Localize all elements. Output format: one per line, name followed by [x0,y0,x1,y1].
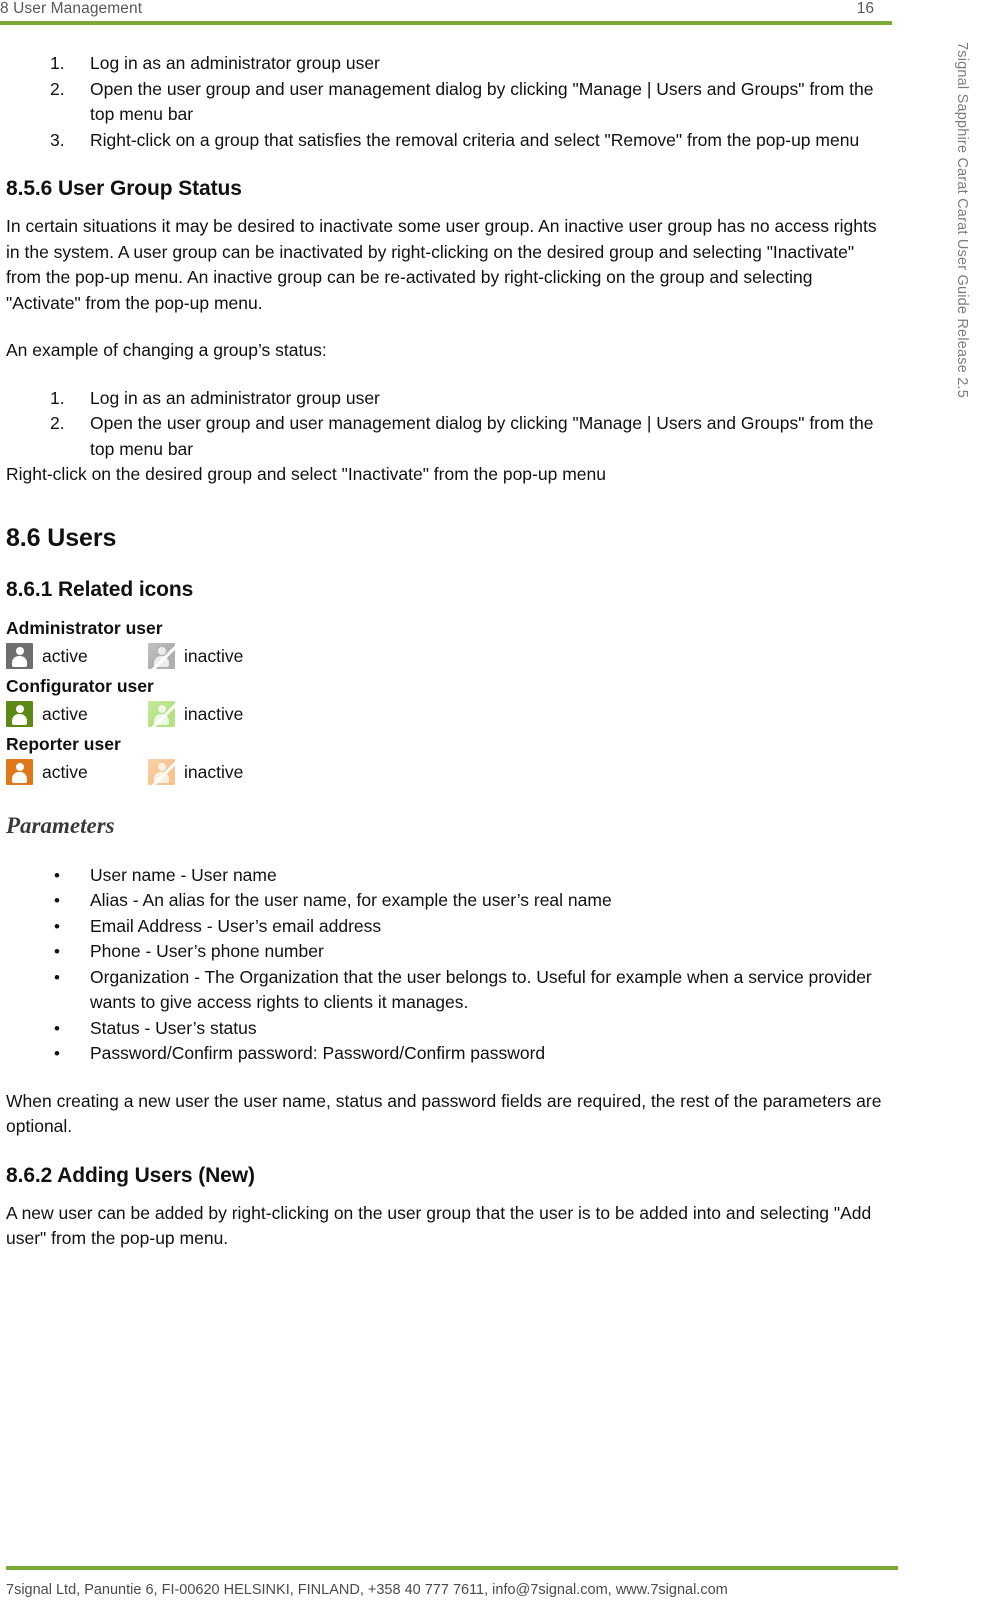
icon-cell-inactive: inactive [148,759,290,785]
icon-group-label: Configurator user [6,675,154,696]
list-item-text: Open the user group and user management … [90,413,874,459]
heading-8-6-2-adding-users: 8.6.2 Adding Users (New) [6,1163,255,1187]
heading-8-6-users: 8.6 Users [6,523,117,552]
icon-state-label: inactive [184,646,244,666]
parameters-bullet-list: • User name - User name • Alias - An ali… [6,863,884,1067]
icon-state-label: active [42,704,88,724]
bullet-icon: • [54,865,60,885]
page-footer: 7signal Ltd, Panuntie 6, FI-00620 HELSIN… [6,1566,898,1600]
bullet-icon: • [54,942,60,961]
reporter-user-active-icon [6,759,33,785]
icon-row: active inactive [6,698,884,731]
paragraph-adding-users: A new user can be added by right-clickin… [6,1202,872,1249]
list-item: 2. Open the user group and user manageme… [6,77,884,128]
list-item: • Organization - The Organization that t… [6,965,884,1016]
footer-company-info: 7signal Ltd, Panuntie 6, FI-00620 HELSIN… [6,1582,728,1598]
list-item-text: Log in as an administrator group user [90,53,380,73]
list-item-text: Log in as an administrator group user [90,387,380,408]
list-item: • Password/Confirm password: Password/Co… [6,1041,884,1067]
list-item-number: 2. [50,413,65,433]
heading-parameters: Parameters [6,812,115,838]
side-banner-guide-title: 7signal Sapphire Carat Carat User Guide … [954,42,970,398]
list-item-text: Right-click on a group that satisfies th… [90,129,860,150]
icon-cell-active: active [6,701,148,727]
list-item-text: User name - User name [90,864,277,885]
list-item-text: Open the user group and user management … [90,78,874,125]
icon-cell-active: active [6,759,148,785]
administrator-user-inactive-icon [148,643,175,669]
administrator-user-active-icon [6,643,33,669]
document-page: 8 User Management 16 7signal Sapphire Ca… [0,0,981,1616]
icon-cell-inactive: inactive [148,643,290,669]
page-header: 8 User Management 16 [0,0,892,28]
list-item: • Status - User’s status [6,1016,884,1042]
footer-divider-rule [6,1566,898,1570]
icon-legend-reporter: Reporter user active inactive [6,733,884,789]
bullet-icon: • [54,891,60,910]
list-item: • Email Address - User’s email address [6,914,884,940]
icon-state-label: active [42,646,88,666]
icon-cell-active: active [6,643,148,669]
list-item-text: Status - User’s status [90,1017,257,1038]
bullet-icon: • [54,1044,60,1063]
list-item-number: 1. [50,53,65,73]
list-item: 2. Open the user group and user manageme… [6,411,884,462]
list-item: • Phone - User’s phone number [6,939,884,965]
list-item: 1. Log in as an administrator group user [6,386,884,412]
paragraph-inactivate-trailing: Right-click on the desired group and sel… [6,464,606,484]
reporter-user-inactive-icon [148,759,175,785]
bullet-icon: • [54,967,60,987]
icon-cell-inactive: inactive [148,701,290,727]
list-item-text: Email Address - User’s email address [90,915,382,936]
icon-legend-administrator: Administrator user active inactive [6,617,884,673]
paragraph-required-fields: When creating a new user the user name, … [6,1090,882,1137]
icon-row: active inactive [6,756,884,789]
heading-8-5-6-user-group-status: 8.5.6 User Group Status [6,177,242,200]
configurator-user-active-icon [6,701,33,727]
icon-legend-configurator: Configurator user active inactive [6,675,884,731]
bullet-icon: • [54,1018,60,1038]
icon-state-label: inactive [184,762,244,782]
icon-state-label: inactive [184,704,244,724]
bullet-icon: • [54,916,60,936]
list-item-number: 3. [50,129,65,150]
steps-list-removal: 1. Log in as an administrator group user… [6,51,884,153]
header-page-number: 16 [856,0,874,17]
configurator-user-inactive-icon [148,701,175,727]
paragraph-user-group-status: In certain situations it may be desired … [6,216,877,313]
list-item-number: 1. [50,387,65,408]
header-section-title: 8 User Management [0,0,143,17]
list-item: • User name - User name [6,863,884,889]
icon-state-label: active [42,762,88,782]
list-item-text: Organization - The Organization that the… [90,966,872,1013]
list-item: 3. Right-click on a group that satisfies… [6,128,884,154]
icon-group-label: Administrator user [6,617,163,638]
list-item-number: 2. [50,78,65,99]
list-item: • Alias - An alias for the user name, fo… [6,888,884,914]
page-content: 1. Log in as an administrator group user… [6,40,884,1252]
icon-row: active inactive [6,640,884,673]
list-item: 1. Log in as an administrator group user [6,51,884,77]
list-item-text: Password/Confirm password: Password/Conf… [90,1043,546,1063]
heading-8-6-1-related-icons: 8.6.1 Related icons [6,577,194,601]
paragraph-example-intro: An example of changing a group’s status: [6,340,327,360]
steps-list-status-change: 1. Log in as an administrator group user… [6,386,884,463]
header-divider-rule [0,21,892,25]
list-item-text: Phone - User’s phone number [90,941,324,961]
icon-group-label: Reporter user [6,733,121,754]
list-item-text: Alias - An alias for the user name, for … [90,890,612,910]
